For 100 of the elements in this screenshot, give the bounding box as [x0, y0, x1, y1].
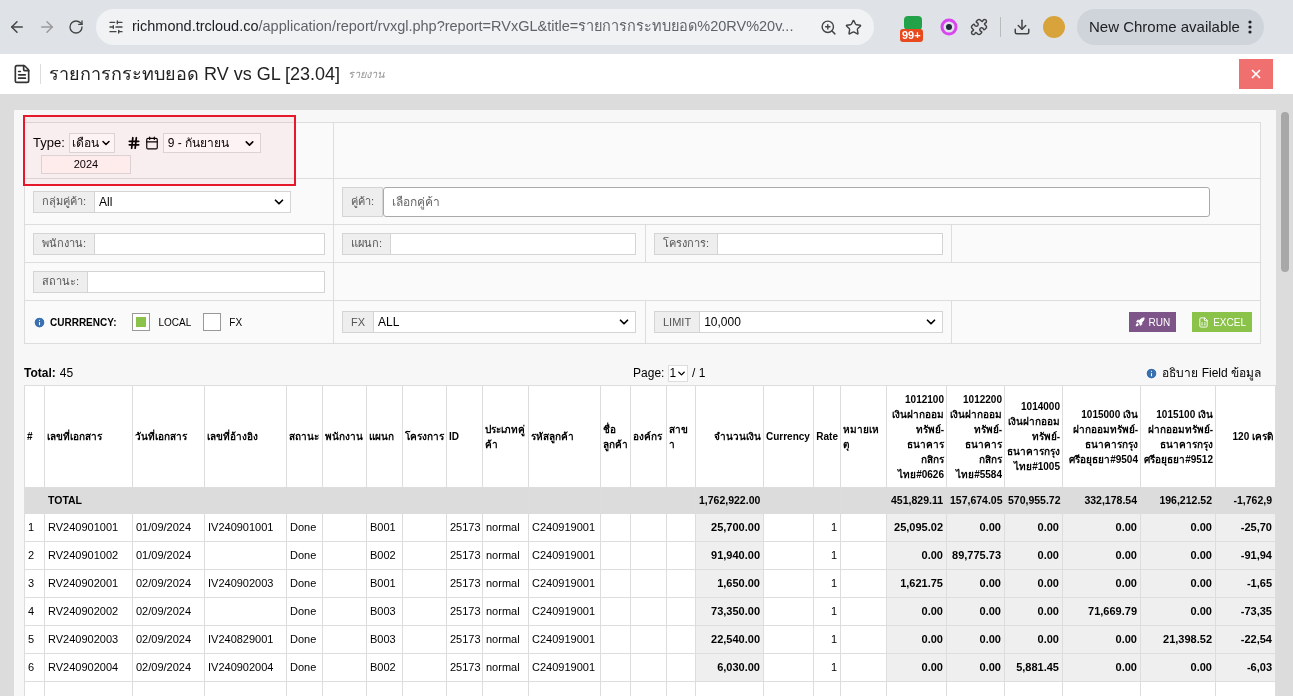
table-cell: -91,94 [1240, 549, 1272, 562]
column-header[interactable]: 120 เครดิ [1215, 385, 1276, 488]
table-cell: Done [290, 521, 317, 534]
table-cell: 0.00 [1190, 549, 1212, 562]
table-cell: C240919001 [532, 521, 595, 534]
currency-checkbox[interactable] [203, 313, 222, 331]
type-select[interactable]: เดือน [68, 133, 115, 153]
table-cell: 1,650.00 [717, 577, 760, 590]
table-cell: 25173 [450, 661, 481, 674]
customer-group-select[interactable]: All [95, 190, 291, 213]
table-cell: 2 [28, 549, 35, 562]
table-cell: 1,621.75 [900, 577, 943, 590]
table-cell: 0.00 [979, 521, 1001, 534]
column-header[interactable]: ID [446, 385, 483, 488]
fx-select[interactable]: ALL [374, 311, 636, 333]
limit-select[interactable]: 10,000 [700, 311, 943, 333]
column-header[interactable]: ประเภทคู่ค้า [482, 385, 529, 488]
page-select[interactable]: 1 [668, 364, 689, 382]
column-header[interactable]: สถานะ [286, 385, 323, 488]
table-cell: 196,212.52 [1140, 487, 1216, 514]
zoom-icon[interactable] [820, 18, 837, 36]
currency-checkbox[interactable] [132, 313, 151, 331]
table-cell: C240919001 [532, 577, 595, 590]
employee-field[interactable] [95, 232, 325, 255]
column-header[interactable]: องค์กร [630, 385, 667, 488]
table-cell: C240919001 [532, 549, 595, 562]
table-cell: 02/09/2024 [136, 633, 192, 646]
table-cell: 0.00 [1037, 605, 1059, 618]
column-header[interactable]: โครงการ [402, 385, 447, 488]
table-cell: normal [486, 521, 520, 534]
forward-icon[interactable] [38, 18, 56, 36]
status-label: สถานะ: [33, 270, 89, 293]
month-select[interactable]: 9 - กันยายน [162, 133, 261, 153]
column-header[interactable]: จำนวนเงิน [695, 385, 764, 488]
back-icon[interactable] [8, 18, 26, 36]
project-field[interactable] [718, 232, 943, 255]
column-header[interactable]: # [24, 385, 45, 488]
address-bar[interactable]: richmond.trcloud.co/application/report/rvxgl.php?report=RVxGL&title=รายการกระทบยอด%20RV%20v... [96, 9, 874, 45]
extensions-icon[interactable] [970, 18, 988, 36]
table-cell: 0.00 [1190, 577, 1212, 590]
document-icon [12, 64, 32, 84]
close-button[interactable] [1239, 59, 1273, 89]
chat-extension-icon[interactable] [904, 16, 922, 30]
column-header[interactable]: 1012100 เงินฝากออมทรัพย์-ธนาคารกสิกรไทย#0626 [886, 385, 947, 488]
column-header[interactable]: รหัสลูกค้า [528, 385, 601, 488]
hash-icon [126, 136, 141, 150]
bookmark-star-icon[interactable] [845, 18, 862, 36]
ring-extension-icon[interactable] [940, 18, 958, 36]
table-cell: 1 [830, 577, 837, 590]
limit-label: LIMIT [654, 311, 701, 333]
table-cell: 0.00 [921, 633, 943, 646]
table-cell: RV240902002 [48, 605, 119, 618]
run-button[interactable]: RUN [1128, 312, 1177, 332]
table-cell: RV240901001 [48, 521, 119, 534]
update-chrome-button[interactable]: New Chrome available [1077, 9, 1264, 45]
table-cell: 1,762,922.00 [695, 487, 764, 514]
column-header[interactable]: เลขที่อ้างอิง [204, 385, 287, 488]
customer-field[interactable]: เลือกคู่ค้า [383, 186, 1210, 217]
reload-icon[interactable] [68, 19, 84, 35]
table-cell: -22,54 [1240, 633, 1272, 646]
table-cell: 89,775.73 [952, 549, 1001, 562]
more-icon [1247, 20, 1252, 34]
table-cell: 0.00 [1190, 605, 1212, 618]
status-field[interactable] [88, 270, 325, 293]
column-header[interactable]: 1012200 เงินฝากออมทรัพย์-ธนาคารกสิกรไทย#5584 [946, 385, 1005, 488]
table-cell: 02/09/2024 [136, 661, 192, 674]
column-header[interactable]: สาขา [666, 385, 696, 488]
table-cell: 25,700.00 [711, 521, 760, 534]
table-cell: Done [290, 605, 317, 618]
table-cell: Done [290, 661, 317, 674]
table-cell: B001 [370, 577, 396, 590]
table-cell: normal [486, 633, 520, 646]
department-field[interactable] [391, 232, 636, 255]
table-cell: RV240902004 [48, 661, 119, 674]
column-header[interactable]: เลขที่เอกสาร [44, 385, 133, 488]
column-header[interactable]: ชื่อลูกค้า [600, 385, 631, 488]
table-cell: 25173 [450, 633, 481, 646]
column-header[interactable]: 1015000 เงินฝากออมทรัพย์-ธนาคารกรุงศรีอยุธยา#9504 [1062, 385, 1141, 488]
column-header[interactable]: วันที่เอกสาร [132, 385, 205, 488]
year-field[interactable]: 2024 [41, 155, 131, 174]
column-header[interactable]: แผนก [366, 385, 403, 488]
profile-avatar[interactable] [1043, 16, 1065, 38]
table-cell: normal [486, 661, 520, 674]
table-cell: 0.00 [1115, 661, 1137, 674]
column-header[interactable]: หมายเหตุ [840, 385, 887, 488]
column-header[interactable]: พนักงาน [322, 385, 367, 488]
field-help-link[interactable]: อธิบาย Field ข้อมูล [1162, 364, 1261, 382]
column-header[interactable]: Currency [763, 385, 814, 488]
table-cell: -73,35 [1240, 605, 1272, 618]
table-cell: Done [290, 577, 317, 590]
site-settings-icon[interactable] [108, 19, 124, 35]
fx-label: FX [342, 311, 375, 333]
scrollbar-thumb[interactable] [1280, 112, 1289, 272]
column-header[interactable]: 1015100 เงินฝากออมทรัพย์-ธนาคารกรุงศรีอยุธยา#9512 [1140, 385, 1216, 488]
column-header[interactable]: 1014000 เงินฝากออมทรัพย์-ธนาคารกรุงไทย#1005 [1004, 385, 1063, 488]
table-cell: B002 [370, 661, 396, 674]
table-cell: 25173 [450, 521, 481, 534]
page-title: รายการกระทบยอด RV vs GL [23.04] [49, 62, 341, 86]
column-header[interactable]: Rate [813, 385, 841, 488]
download-icon[interactable] [1013, 18, 1031, 36]
